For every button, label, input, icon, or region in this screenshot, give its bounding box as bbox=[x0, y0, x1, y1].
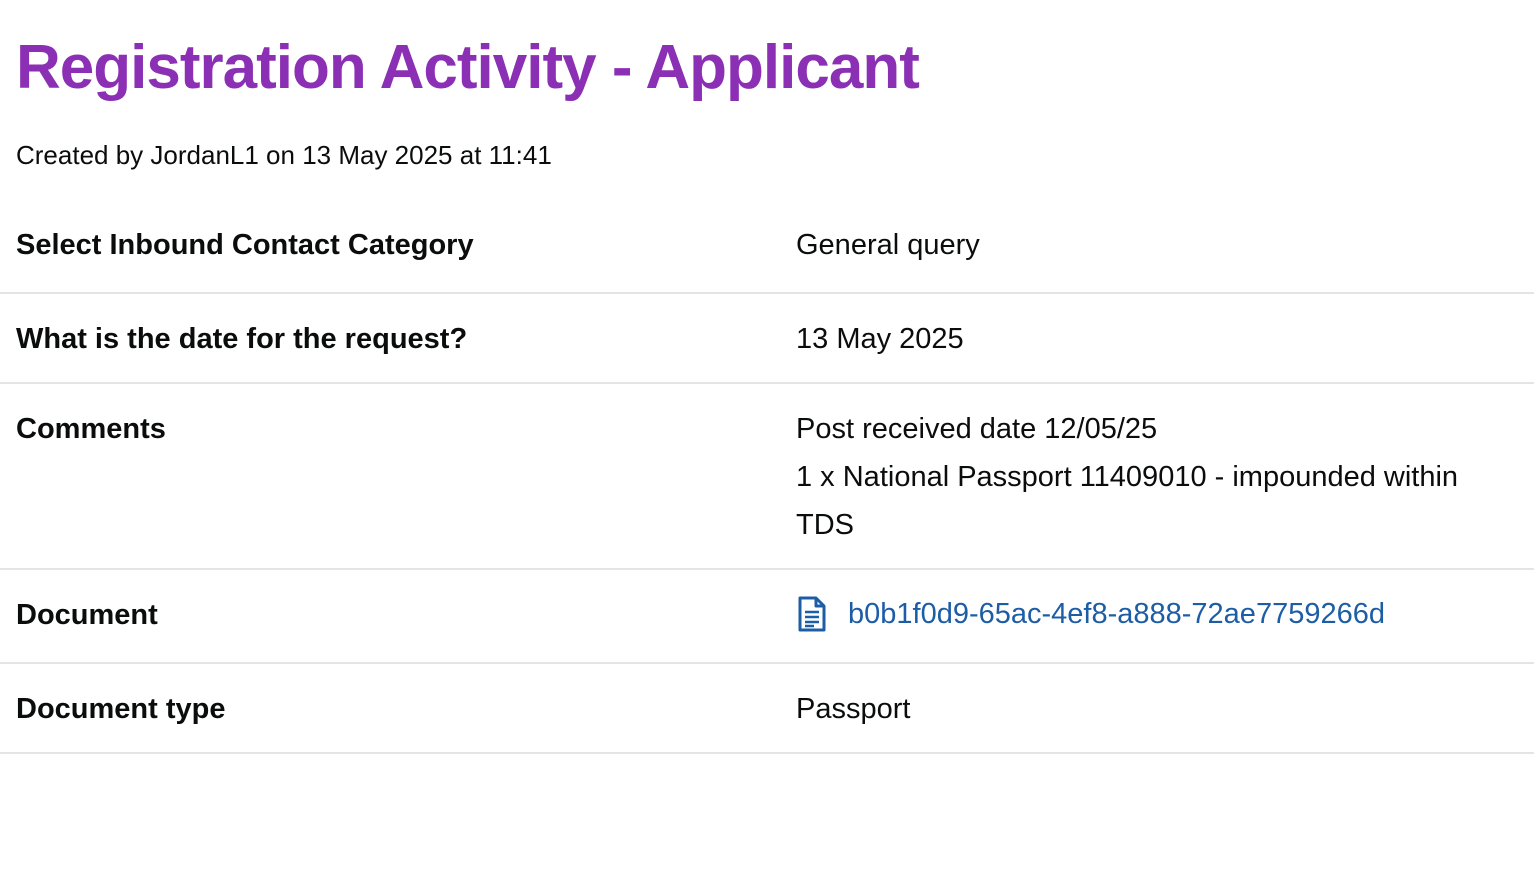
summary-list: Select Inbound Contact Category General … bbox=[0, 200, 1534, 754]
summary-key: Document type bbox=[16, 693, 226, 725]
summary-value-comments: Post received date 12/05/25 1 x National… bbox=[780, 384, 1534, 568]
comment-line: TDS bbox=[796, 509, 854, 541]
created-by-meta: Created by JordanL1 on 13 May 2025 at 11… bbox=[16, 140, 552, 170]
summary-value: General query bbox=[796, 229, 980, 261]
comment-line: Post received date 12/05/25 bbox=[796, 413, 1158, 445]
summary-row-request-date: What is the date for the request? 13 May… bbox=[0, 294, 1534, 384]
document-icon bbox=[796, 596, 828, 632]
document-link[interactable]: b0b1f0d9-65ac-4ef8-a888-72ae7759266d bbox=[796, 594, 1385, 634]
summary-row-document: Document b0b1f0d9-65ac-4ef8-a888-72ae775… bbox=[0, 570, 1534, 664]
summary-value: 13 May 2025 bbox=[796, 323, 964, 355]
summary-key: Document bbox=[16, 599, 158, 631]
page-title: Registration Activity - Applicant bbox=[16, 33, 920, 102]
summary-row-document-type: Document type Passport bbox=[0, 664, 1534, 754]
summary-row-contact-category: Select Inbound Contact Category General … bbox=[0, 200, 1534, 294]
summary-key: What is the date for the request? bbox=[16, 323, 468, 355]
document-link-text: b0b1f0d9-65ac-4ef8-a888-72ae7759266d bbox=[848, 598, 1385, 630]
summary-row-comments: Comments Post received date 12/05/25 1 x… bbox=[0, 384, 1534, 570]
comment-line: 1 x National Passport 11409010 - impound… bbox=[796, 461, 1459, 493]
summary-key: Comments bbox=[16, 413, 166, 445]
summary-value-document: b0b1f0d9-65ac-4ef8-a888-72ae7759266d bbox=[780, 570, 1534, 662]
summary-key: Select Inbound Contact Category bbox=[16, 229, 474, 261]
summary-value: Passport bbox=[796, 693, 911, 725]
